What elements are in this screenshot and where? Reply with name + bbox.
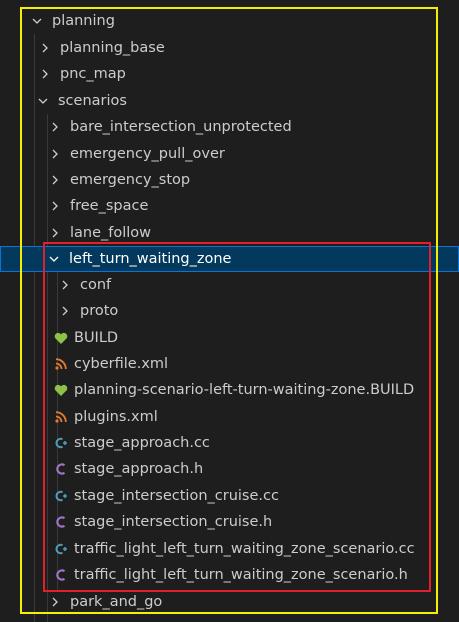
tree-item-emergency-pull-over[interactable]: emergency_pull_over <box>0 141 459 167</box>
tree-item-planning-scenario-build[interactable]: planning-scenario-left-turn-waiting-zone… <box>0 377 459 403</box>
cpp-icon <box>54 435 68 451</box>
chevron-right-icon <box>50 122 60 132</box>
tree-item-stage-approach-h[interactable]: stage_approach.h <box>0 456 459 482</box>
tree-item-lane-follow[interactable]: lane_follow <box>0 220 459 246</box>
tree-item-label: stage_approach.cc <box>74 435 210 451</box>
tree-item-label: stage_intersection_cruise.h <box>74 514 273 530</box>
chevron-right-icon <box>50 201 60 211</box>
rss-icon <box>54 409 68 425</box>
chevron-right-icon <box>60 280 70 290</box>
file-explorer-tree: planning planning_base pnc_map scenarios… <box>0 0 459 622</box>
tree-item-label: traffic_light_left_turn_waiting_zone_sce… <box>74 567 408 583</box>
tree-item-proto[interactable]: proto <box>0 298 459 324</box>
tree-item-label: left_turn_waiting_zone <box>69 251 232 267</box>
tree-item-left-turn-waiting-zone[interactable]: left_turn_waiting_zone <box>0 246 459 272</box>
tree-item-planning-base[interactable]: planning_base <box>0 35 459 61</box>
chevron-down-icon <box>32 16 42 26</box>
chevron-down-icon <box>38 96 48 106</box>
tree-item-label: scenarios <box>58 93 127 109</box>
tree-item-label: plugins.xml <box>74 409 158 425</box>
tree-item-label: stage_approach.h <box>74 461 204 477</box>
tree-item-scenarios[interactable]: scenarios <box>0 88 459 114</box>
tree-item-label: park_and_go <box>70 594 163 610</box>
heart-icon <box>54 330 68 346</box>
tree-item-cyberfile-xml[interactable]: cyberfile.xml <box>0 351 459 377</box>
tree-item-conf[interactable]: conf <box>0 272 459 298</box>
tree-item-stage-intersection-cruise-h[interactable]: stage_intersection_cruise.h <box>0 509 459 535</box>
cpp-icon <box>54 488 68 504</box>
tree-item-label: planning_base <box>60 40 165 56</box>
cpp-icon <box>54 541 68 557</box>
tree-item-pnc-map[interactable]: pnc_map <box>0 61 459 87</box>
tree-item-label: BUILD <box>74 330 119 346</box>
chevron-right-icon <box>60 306 70 316</box>
tree-item-label: pnc_map <box>60 66 126 82</box>
tree-item-stage-approach-cc[interactable]: stage_approach.cc <box>0 430 459 456</box>
tree-item-free-space[interactable]: free_space <box>0 193 459 219</box>
chevron-right-icon <box>40 43 50 53</box>
tree-item-label: emergency_stop <box>70 172 191 188</box>
tree-item-label: stage_intersection_cruise.cc <box>74 488 279 504</box>
tree-item-label: proto <box>80 303 119 319</box>
heart-icon <box>54 382 68 398</box>
tree-item-label: lane_follow <box>70 225 152 241</box>
tree-item-label: emergency_pull_over <box>70 146 225 162</box>
tree-item-label: bare_intersection_unprotected <box>70 119 292 135</box>
tree-item-label: planning <box>52 13 115 29</box>
tree-item-label: traffic_light_left_turn_waiting_zone_sce… <box>74 541 415 557</box>
tree-item-planning[interactable]: planning <box>0 8 459 34</box>
tree-item-build[interactable]: BUILD <box>0 325 459 351</box>
tree-item-stage-intersection-cruise-cc[interactable]: stage_intersection_cruise.cc <box>0 483 459 509</box>
tree-item-traffic-light-scenario-h[interactable]: traffic_light_left_turn_waiting_zone_sce… <box>0 562 459 588</box>
chevron-right-icon <box>40 69 50 79</box>
tree-item-park-and-go[interactable]: park_and_go <box>0 589 459 615</box>
chevron-down-icon <box>49 254 59 264</box>
c-header-icon <box>54 461 68 477</box>
tree-item-label: free_space <box>70 198 149 214</box>
tree-item-label: conf <box>80 277 112 293</box>
chevron-right-icon <box>50 597 60 607</box>
tree-item-plugins-xml[interactable]: plugins.xml <box>0 404 459 430</box>
rss-icon <box>54 356 68 372</box>
chevron-right-icon <box>50 228 60 238</box>
chevron-right-icon <box>50 175 60 185</box>
tree-item-label: planning-scenario-left-turn-waiting-zone… <box>74 382 415 398</box>
chevron-right-icon <box>50 149 60 159</box>
tree-item-label: cyberfile.xml <box>74 356 169 372</box>
c-header-icon <box>54 514 68 530</box>
tree-item-bare-intersection-unprotected[interactable]: bare_intersection_unprotected <box>0 114 459 140</box>
tree-item-traffic-light-scenario-cc[interactable]: traffic_light_left_turn_waiting_zone_sce… <box>0 536 459 562</box>
tree-item-emergency-stop[interactable]: emergency_stop <box>0 167 459 193</box>
c-header-icon <box>54 567 68 583</box>
